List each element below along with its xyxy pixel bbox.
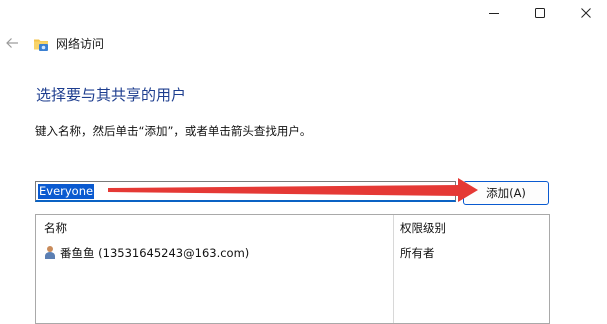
minimize-icon	[489, 13, 499, 14]
maximize-icon	[535, 8, 545, 18]
column-header-permission[interactable]: 权限级别	[400, 221, 446, 235]
close-icon	[581, 8, 591, 18]
arrow-left-icon	[6, 38, 18, 48]
network-folder-icon	[34, 39, 48, 51]
table-row[interactable]: 番鱼鱼 (13531645243@163.com) 所有者	[36, 243, 549, 263]
window-title: 网络访问	[56, 37, 105, 51]
column-divider[interactable]	[393, 215, 394, 323]
maximize-button[interactable]	[517, 0, 563, 26]
minimize-button[interactable]	[471, 0, 517, 26]
user-name-cell: 番鱼鱼 (13531645243@163.com)	[60, 246, 250, 260]
page-heading: 选择要与其共享的用户	[36, 86, 187, 104]
user-name-input-value: Everyone	[38, 184, 95, 199]
user-icon	[45, 246, 55, 259]
instructions-text: 键入名称，然后单击“添加”，或者单击箭头查找用户。	[35, 124, 312, 138]
user-name-input[interactable]: Everyone	[35, 181, 456, 202]
permission-cell[interactable]: 所有者	[400, 246, 435, 260]
close-button[interactable]	[563, 0, 607, 26]
users-table[interactable]: 名称 权限级别 番鱼鱼 (13531645243@163.com) 所有者	[35, 214, 550, 324]
add-button[interactable]: 添加(A)	[463, 181, 549, 205]
back-button[interactable]	[2, 33, 22, 53]
column-header-name[interactable]: 名称	[44, 221, 67, 235]
